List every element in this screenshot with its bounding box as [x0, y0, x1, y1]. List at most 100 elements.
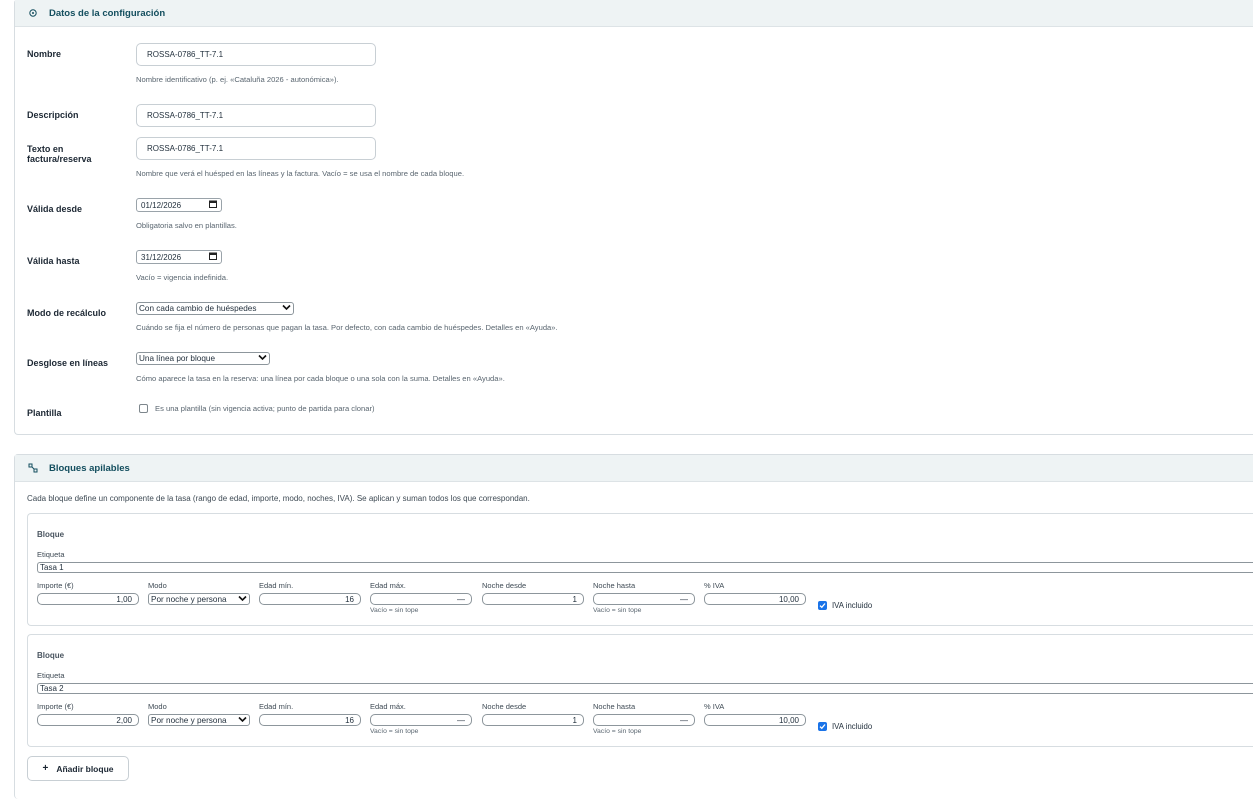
valida-hasta-label: Válida hasta — [27, 256, 80, 266]
nombre-help: Nombre identificativo (p. ej. «Cataluña … — [136, 75, 339, 84]
noche-desde-value: 1 — [572, 715, 577, 725]
edad-max-label: Edad máx. — [370, 581, 406, 590]
modo-recalculo-value: Con cada cambio de huéspedes — [139, 304, 257, 313]
importe-label: Importe (€) — [37, 702, 74, 711]
noche-hasta-value: — — [680, 715, 688, 725]
importe-input[interactable]: 2,00 — [37, 714, 139, 726]
chevron-down-icon — [238, 595, 247, 604]
noche-desde-input[interactable]: 1 — [482, 593, 584, 605]
calendar-icon[interactable] — [209, 252, 217, 262]
noche-hasta-input[interactable]: — — [593, 714, 695, 726]
calendar-icon[interactable] — [209, 200, 217, 210]
noche-hasta-label: Noche hasta — [593, 581, 636, 590]
plantilla-label: Plantilla — [27, 408, 62, 418]
valida-hasta-help: Vacío = vigencia indefinida. — [136, 273, 229, 282]
descripcion-label: Descripción — [27, 110, 79, 120]
etiqueta-value: Tasa 1 — [40, 563, 64, 572]
texto-factura-label-line1: Texto en — [27, 144, 64, 154]
noche-hasta-input[interactable]: — — [593, 593, 695, 605]
add-block-button[interactable]: + Añadir bloque — [27, 756, 129, 781]
importe-value: 1,00 — [116, 594, 132, 604]
edad-max-help: Vacío = sin tope — [370, 728, 419, 735]
config-panel-title: Datos de la configuración — [49, 7, 166, 19]
chevron-down-icon — [258, 354, 267, 363]
nombre-label: Nombre — [27, 49, 62, 59]
chevron-down-icon — [238, 716, 247, 725]
edad-min-value: 16 — [345, 715, 354, 725]
modo-value: Por noche y persona — [151, 715, 227, 725]
bloque-title: Bloque — [37, 651, 65, 660]
desglose-value: Una línea por bloque — [139, 354, 216, 363]
modo-label: Modo — [148, 702, 167, 711]
bloque-title: Bloque — [37, 530, 65, 539]
noche-desde-label: Noche desde — [482, 702, 527, 711]
gear-icon — [27, 7, 39, 19]
importe-input[interactable]: 1,00 — [37, 593, 139, 605]
valida-hasta-input[interactable]: 31/12/2026 — [136, 250, 222, 264]
bloques-panel-title: Bloques apilables — [49, 462, 130, 474]
bloques-panel: Bloques apilables — [14, 454, 1253, 799]
chevron-down-icon — [282, 304, 291, 313]
iva-input[interactable]: 10,00 — [704, 593, 806, 605]
iva-incluido-checkbox[interactable] — [818, 601, 827, 610]
bloques-panel-header: Bloques apilables — [15, 455, 1253, 482]
modo-recalculo-help: Cuándo se fija el número de personas que… — [136, 323, 558, 332]
noche-hasta-help: Vacío = sin tope — [593, 607, 642, 614]
nombre-input[interactable]: ROSSA-0786_TT-7.1 — [136, 43, 376, 66]
iva-incluido-checkbox[interactable] — [818, 722, 827, 731]
plantilla-checkbox[interactable] — [139, 404, 148, 413]
blocks-icon — [27, 462, 39, 474]
texto-factura-value: ROSSA-0786_TT-7.1 — [147, 144, 224, 153]
texto-factura-label-line2: factura/reserva — [27, 154, 92, 164]
modo-select[interactable]: Por noche y persona — [148, 593, 250, 605]
valida-desde-label: Válida desde — [27, 204, 83, 214]
bloque-card-1: Bloque Etiqueta Tasa 1 Importe (€) 1,00 … — [27, 513, 1253, 626]
noche-hasta-label: Noche hasta — [593, 702, 636, 711]
edad-max-label: Edad máx. — [370, 702, 406, 711]
iva-value: 10,00 — [778, 594, 799, 604]
bloques-description: Cada bloque define un componente de la t… — [27, 494, 530, 503]
edad-max-input[interactable]: — — [370, 593, 472, 605]
noche-desde-input[interactable]: 1 — [482, 714, 584, 726]
add-block-label: Añadir bloque — [56, 763, 114, 774]
etiqueta-input[interactable]: Tasa 2 — [37, 683, 1253, 694]
iva-value: 10,00 — [778, 715, 799, 725]
iva-incluido-label: IVA incluido — [832, 601, 873, 610]
edad-min-value: 16 — [345, 594, 354, 604]
texto-factura-input[interactable]: ROSSA-0786_TT-7.1 — [136, 137, 376, 160]
importe-label: Importe (€) — [37, 581, 74, 590]
modo-value: Por noche y persona — [151, 594, 227, 604]
edad-max-input[interactable]: — — [370, 714, 472, 726]
noche-hasta-help: Vacío = sin tope — [593, 728, 642, 735]
iva-label: % IVA — [704, 581, 725, 590]
noche-hasta-value: — — [680, 594, 688, 604]
etiqueta-label: Etiqueta — [37, 550, 65, 559]
modo-recalculo-select[interactable]: Con cada cambio de huéspedes — [136, 302, 294, 315]
descripcion-value: ROSSA-0786_TT-7.1 — [147, 111, 224, 120]
iva-input[interactable]: 10,00 — [704, 714, 806, 726]
etiqueta-input[interactable]: Tasa 1 — [37, 562, 1253, 573]
desglose-select[interactable]: Una línea por bloque — [136, 352, 270, 365]
modo-select[interactable]: Por noche y persona — [148, 714, 250, 726]
edad-min-input[interactable]: 16 — [259, 714, 361, 726]
edad-max-value: — — [457, 715, 465, 725]
etiqueta-value: Tasa 2 — [40, 684, 64, 693]
edad-min-label: Edad mín. — [259, 581, 294, 590]
iva-incluido-label: IVA incluido — [832, 722, 873, 731]
edad-min-input[interactable]: 16 — [259, 593, 361, 605]
descripcion-input[interactable]: ROSSA-0786_TT-7.1 — [136, 104, 376, 127]
bloque-card-2: Bloque Etiqueta Tasa 2 Importe (€) 2,00 … — [27, 634, 1253, 747]
valida-desde-input[interactable]: 01/12/2026 — [136, 198, 222, 212]
texto-factura-help: Nombre que verá el huésped en las líneas… — [136, 169, 465, 178]
importe-value: 2,00 — [116, 715, 132, 725]
desglose-help: Cómo aparece la tasa en la reserva: una … — [136, 374, 505, 383]
desglose-label: Desglose en líneas — [27, 358, 109, 368]
valida-desde-value: 01/12/2026 — [141, 200, 182, 210]
plus-icon: + — [42, 762, 49, 774]
nombre-value: ROSSA-0786_TT-7.1 — [147, 50, 224, 59]
config-panel-header: Datos de la configuración — [15, 0, 1253, 27]
edad-max-help: Vacío = sin tope — [370, 607, 419, 614]
edad-min-label: Edad mín. — [259, 702, 294, 711]
modo-recalculo-label: Modo de recálculo — [27, 308, 107, 318]
noche-desde-value: 1 — [572, 594, 577, 604]
